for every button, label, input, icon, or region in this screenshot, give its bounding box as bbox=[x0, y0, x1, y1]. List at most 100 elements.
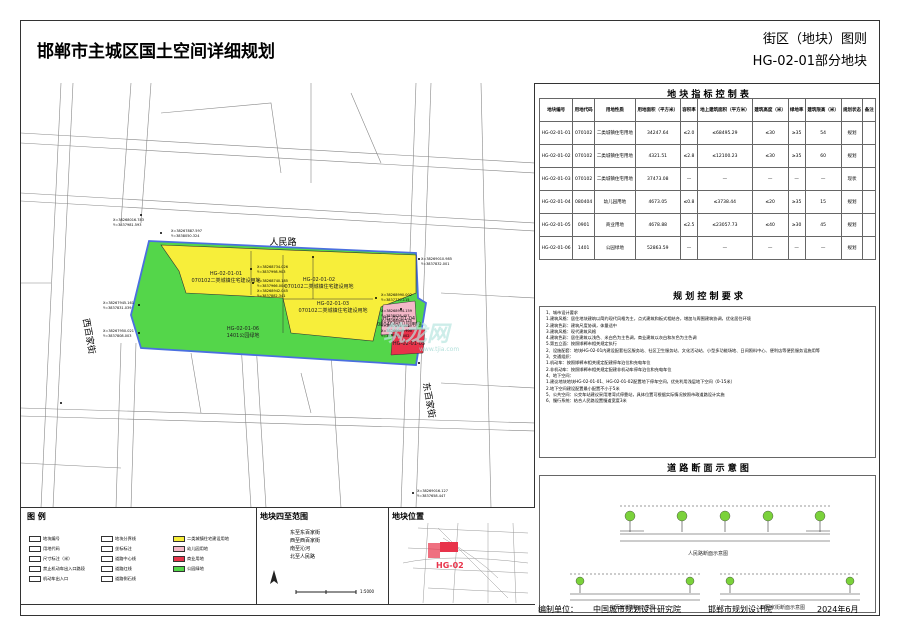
legend-item: 地块分界线 bbox=[101, 536, 136, 542]
legend-label: 道路侧石线 bbox=[115, 576, 136, 581]
legend-label: 坐标标注 bbox=[115, 546, 132, 551]
index-table-header-cell: 用地面积（平方米） bbox=[634, 98, 681, 122]
legend-item: 二类城镇住宅建设用地 bbox=[173, 536, 229, 542]
table-cell: 0901 bbox=[572, 213, 596, 237]
coord-label: X=38268994.159 bbox=[381, 309, 412, 313]
table-cell: ≥30 bbox=[787, 213, 806, 237]
coord-label: X=38268734.026 bbox=[257, 265, 288, 269]
table-cell: HG-02-01-03 bbox=[538, 167, 574, 191]
scale-text: 1:5000 bbox=[360, 589, 375, 594]
table-cell bbox=[862, 121, 876, 145]
coord-label: X=38267950.021 bbox=[103, 329, 134, 333]
parcel-use-02: 070102二类城镇住宅建设用地 bbox=[284, 283, 353, 290]
footer-org-1: 中国城市规划设计研究院 bbox=[593, 605, 681, 614]
north-arrow-icon bbox=[270, 570, 278, 584]
sheet-header: 邯郸市主城区国土空间详细规划 街区（地块）图则 HG-02-01部分地块 bbox=[21, 21, 879, 84]
requirements-text: 1、城市设计要求 1.建筑风格：居住地块建筑以简约现代风格为主，点式建筑和板式相… bbox=[539, 306, 876, 458]
table-cell: ≤2.8 bbox=[679, 144, 699, 168]
coord-label: X=38267945.161 bbox=[103, 301, 134, 305]
table-cell: 60 bbox=[804, 144, 842, 168]
coord-label: Y=3837882.341 bbox=[257, 294, 286, 298]
right-panel: 地 块 指 标 控 制 表 地块编号 用地代码 用地性质 用地面积（平方米） 容积率 地上… bbox=[535, 83, 879, 615]
table-cell: ≤0.8 bbox=[679, 190, 699, 214]
coord-label: Y=3837831.039 bbox=[103, 306, 132, 310]
location-highlight bbox=[440, 542, 458, 552]
footer-org-2: 邯郸市规划设计院 bbox=[708, 605, 772, 614]
bottom-panels: 图 例 地块编号 用地代码 尺寸标注（米） 禁止机动车出入口路段 机动车出入口 地块分界线… bbox=[21, 508, 535, 605]
legend-swatch bbox=[29, 566, 41, 572]
table-cell: HG-02-01-06 bbox=[538, 236, 574, 260]
legend-item: 道路侧石线 bbox=[101, 576, 136, 582]
footer-org-label: 编制单位： bbox=[538, 605, 578, 614]
table-cell bbox=[862, 144, 876, 168]
parcel-id-02: HG-02-01-02 bbox=[303, 277, 335, 283]
sheet-code: HG-02-01部分地块 bbox=[752, 54, 867, 69]
table-cell: — bbox=[751, 236, 789, 260]
table-cell: ≥35 bbox=[787, 144, 806, 168]
parcel-id-03: HG-02-01-03 bbox=[317, 301, 349, 307]
table-row: HG-02-01-02 070102 二类城镇住宅用地 4321.51 ≤2.8 ≤121… bbox=[538, 144, 876, 168]
legend-panel: 图 例 地块编号 用地代码 尺寸标注（米） 禁止机动车出入口路段 机动车出入口 地块分界线… bbox=[21, 508, 257, 604]
coord-label: X=38268942.045 bbox=[257, 289, 288, 293]
legend-swatch bbox=[173, 556, 185, 562]
table-cell: ≥35 bbox=[787, 121, 806, 145]
index-table-header-cell: 规划状态 bbox=[840, 98, 864, 122]
legend-swatch bbox=[29, 576, 41, 582]
index-table-header-cell: 用地性质 bbox=[594, 98, 636, 122]
sections-title: 道 路 断 面 示 意 图 bbox=[667, 464, 749, 474]
table-cell: 二类城镇住宅用地 bbox=[594, 121, 636, 145]
index-table-body: HG-02-01-01 070102 二类城镇住宅用地 34247.64 ≤2.0 ≤68… bbox=[538, 121, 876, 260]
legend-swatch bbox=[29, 546, 41, 552]
watermark-url: www.tjia.com bbox=[419, 346, 460, 353]
legend-label: 用地代码 bbox=[43, 546, 60, 551]
road-sections: 人民路断面示意图 东百家街断面示意图 西百家街断面示意图 bbox=[539, 475, 876, 613]
legend-title: 图 例 bbox=[27, 512, 46, 521]
table-cell: 规划 bbox=[840, 190, 864, 214]
coord-label: Y=3837808.003 bbox=[103, 334, 132, 338]
watermark: 筑龙网 bbox=[383, 322, 450, 347]
table-cell: 52863.59 bbox=[634, 236, 681, 260]
scope-panel: 地块四至范围 东至东百家街 西至西百家街 南至沁河 北至人民路 1:5000 bbox=[256, 508, 389, 604]
table-cell: HG-02-01-05 bbox=[538, 213, 574, 237]
requirement-line: 6、慢行系统：结合人民路设置慢道宽度3米 bbox=[546, 398, 627, 404]
footer-date: 2024年6月 bbox=[817, 605, 859, 614]
plan-map: 人民路 西百家街 东百家街 HG-02-01-01 070102二类城镇住宅建设… bbox=[21, 83, 535, 508]
legend-label: 二类城镇住宅建设用地 bbox=[187, 536, 229, 541]
table-cell: 公园绿地 bbox=[594, 236, 636, 260]
legend-item: 尺寸标注（米） bbox=[29, 556, 72, 562]
table-cell: HG-02-01-01 bbox=[538, 121, 574, 145]
index-table: 地块编号 用地代码 用地性质 用地面积（平方米） 容积率 地上建筑面积（平方米） 建筑高度（… bbox=[538, 98, 876, 260]
legend-label: 道路红线 bbox=[115, 566, 132, 571]
table-cell: ≤2.5 bbox=[679, 213, 699, 237]
table-cell: 商业用地 bbox=[594, 213, 636, 237]
table-cell: 45 bbox=[804, 213, 842, 237]
table-cell: 080404 bbox=[572, 190, 596, 214]
legend-swatch bbox=[101, 556, 113, 562]
legend-item: 道路中心线 bbox=[101, 556, 136, 562]
coord-label: Y=3837658.447 bbox=[417, 494, 446, 498]
table-cell: 二类城镇住宅用地 bbox=[594, 144, 636, 168]
table-cell bbox=[862, 213, 876, 237]
coord-label: Y=3838050.324 bbox=[171, 234, 200, 238]
location-panel: 地块位置 HG-02 bbox=[388, 508, 535, 604]
road-label-west: 西百家街 bbox=[80, 317, 98, 355]
legend-label: 道路中心线 bbox=[115, 556, 136, 561]
drawing-sheet: 邯郸市主城区国土空间详细规划 街区（地块）图则 HG-02-01部分地块 人民路… bbox=[20, 20, 880, 616]
table-cell: 规划 bbox=[840, 121, 864, 145]
legend-swatch bbox=[29, 556, 41, 562]
coord-label: X=38269016.127 bbox=[417, 489, 448, 493]
legend-label: 商业用地 bbox=[187, 556, 204, 561]
table-cell: 4673.05 bbox=[634, 190, 681, 214]
coord-label: X=38267887.597 bbox=[171, 229, 202, 233]
table-cell: — bbox=[787, 167, 806, 191]
coord-label: Y=3837770.115 bbox=[381, 298, 410, 302]
legend-item: 机动车出入口 bbox=[29, 576, 68, 582]
legend-swatch bbox=[173, 546, 185, 552]
table-cell: ≤12100.23 bbox=[697, 144, 753, 168]
table-cell bbox=[862, 190, 876, 214]
coord-label: Y=3837832.001 bbox=[421, 262, 450, 266]
table-row: HG-02-01-04 080404 幼儿园用地 4673.05 ≤0.8 ≤3738.4… bbox=[538, 190, 876, 214]
table-cell: — bbox=[679, 236, 699, 260]
table-cell: ≤30 bbox=[751, 121, 789, 145]
legend-label: 幼儿园用地 bbox=[187, 546, 208, 551]
